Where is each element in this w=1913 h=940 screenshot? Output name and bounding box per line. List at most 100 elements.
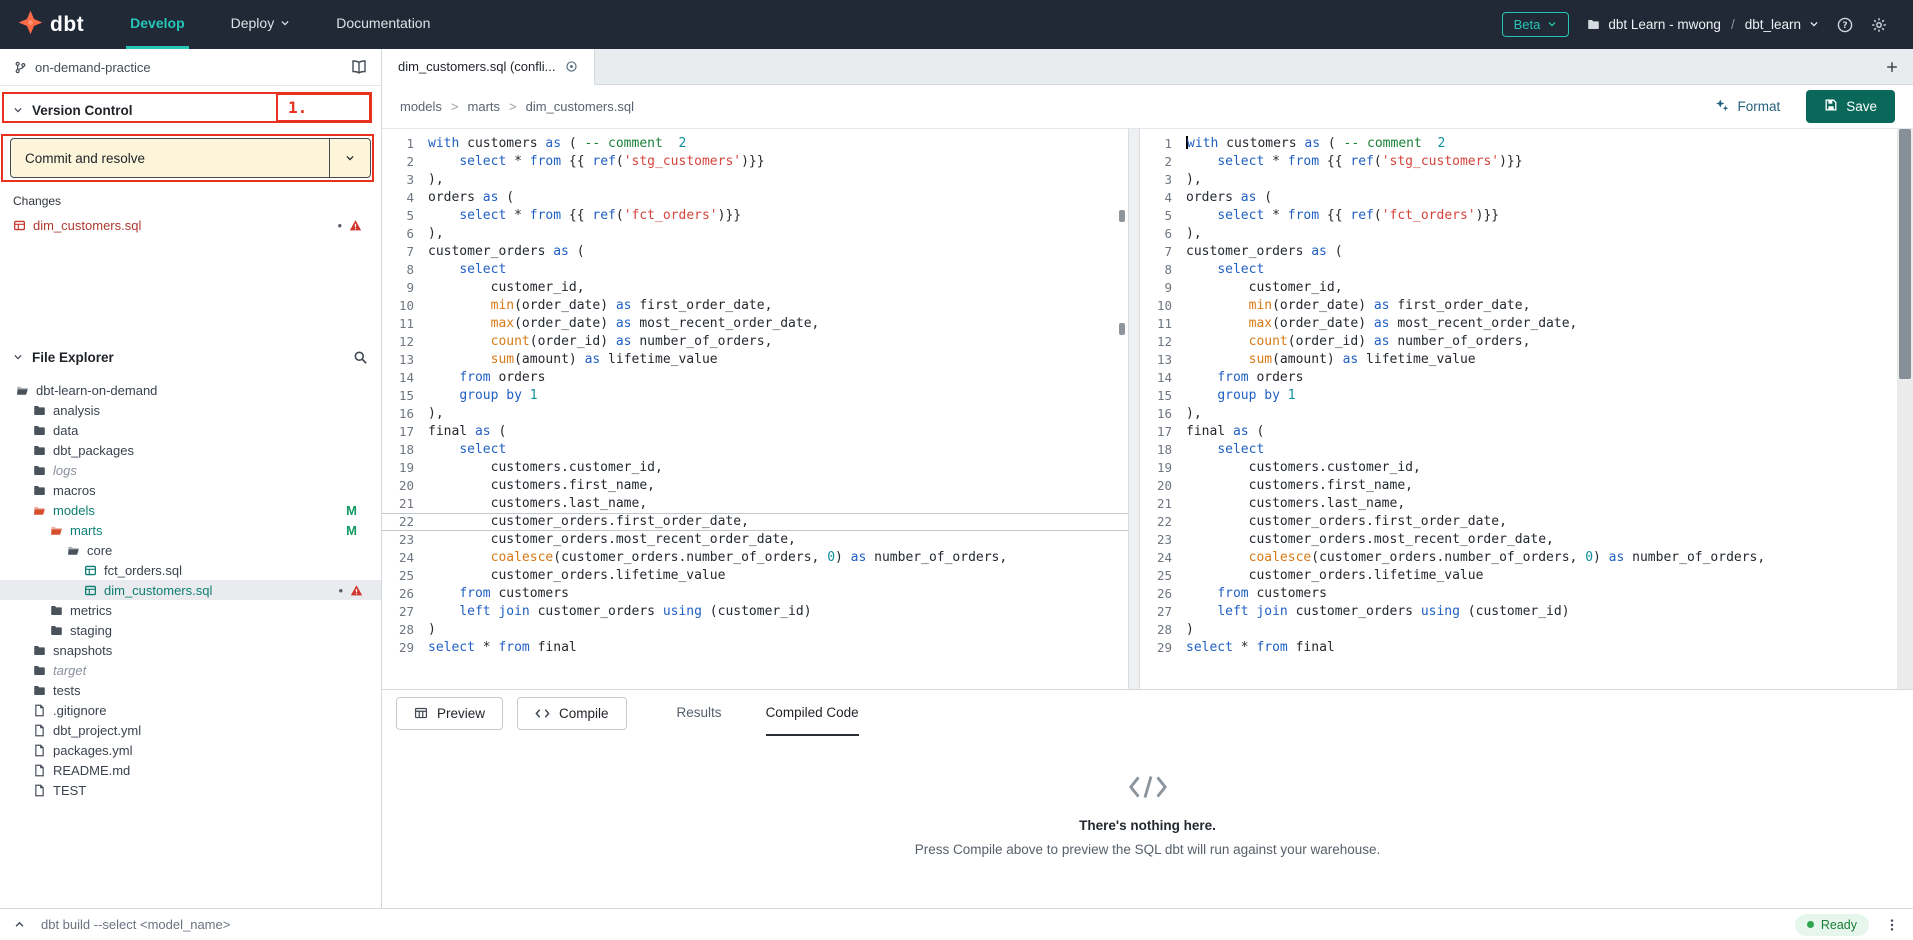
- tree-item-metrics[interactable]: metrics: [0, 600, 381, 620]
- code-line-3[interactable]: 3),: [382, 171, 1128, 189]
- tree-item-readme-md[interactable]: README.md: [0, 760, 381, 780]
- code-line-28[interactable]: 28): [1140, 621, 1897, 639]
- code-line-1[interactable]: 1with customers as ( -- comment 2: [382, 135, 1128, 153]
- code-line-29[interactable]: 29select * from final: [1140, 639, 1897, 657]
- format-button[interactable]: Format: [1715, 98, 1780, 115]
- account-project-selector[interactable]: dbt Learn - mwong / dbt_learn: [1587, 17, 1819, 32]
- code-line-18[interactable]: 18 select: [1140, 441, 1897, 459]
- code-line-12[interactable]: 12 count(order_id) as number_of_orders,: [382, 333, 1128, 351]
- code-line-23[interactable]: 23 customer_orders.most_recent_order_dat…: [1140, 531, 1897, 549]
- code-line-13[interactable]: 13 sum(amount) as lifetime_value: [1140, 351, 1897, 369]
- chevron-down-icon[interactable]: [330, 153, 370, 163]
- code-line-11[interactable]: 11 max(order_date) as most_recent_order_…: [1140, 315, 1897, 333]
- tree-item-test[interactable]: TEST: [0, 780, 381, 800]
- code-line-24[interactable]: 24 coalesce(customer_orders.number_of_or…: [382, 549, 1128, 567]
- code-line-14[interactable]: 14 from orders: [382, 369, 1128, 387]
- tree-item-data[interactable]: data: [0, 420, 381, 440]
- code-line-4[interactable]: 4orders as (: [382, 189, 1128, 207]
- breadcrumb-item-models[interactable]: models: [400, 99, 442, 114]
- code-line-6[interactable]: 6),: [382, 225, 1128, 243]
- code-line-21[interactable]: 21 customers.last_name,: [1140, 495, 1897, 513]
- code-line-5[interactable]: 5 select * from {{ ref('fct_orders')}}: [382, 207, 1128, 225]
- code-line-22[interactable]: 22 customer_orders.first_order_date,: [1140, 513, 1897, 531]
- tab-results[interactable]: Results: [677, 690, 722, 736]
- code-line-15[interactable]: 15 group by 1: [1140, 387, 1897, 405]
- tree-item-staging[interactable]: staging: [0, 620, 381, 640]
- tree-item-marts[interactable]: martsM: [0, 520, 381, 540]
- tree-item-dim-customers-sql[interactable]: dim_customers.sql•: [0, 580, 381, 600]
- change-item-dim-customers-sql[interactable]: dim_customers.sql•: [0, 214, 381, 236]
- tab-compiled-code[interactable]: Compiled Code: [766, 690, 859, 736]
- code-line-20[interactable]: 20 customers.first_name,: [1140, 477, 1897, 495]
- code-line-9[interactable]: 9 customer_id,: [382, 279, 1128, 297]
- tree-item-target[interactable]: target: [0, 660, 381, 680]
- nav-item-documentation[interactable]: Documentation: [332, 0, 434, 49]
- code-line-13[interactable]: 13 sum(amount) as lifetime_value: [382, 351, 1128, 369]
- tree-item-fct-orders-sql[interactable]: fct_orders.sql: [0, 560, 381, 580]
- code-line-26[interactable]: 26 from customers: [1140, 585, 1897, 603]
- code-line-8[interactable]: 8 select: [1140, 261, 1897, 279]
- code-line-17[interactable]: 17final as (: [382, 423, 1128, 441]
- code-line-9[interactable]: 9 customer_id,: [1140, 279, 1897, 297]
- breadcrumb-item-marts[interactable]: marts: [468, 99, 501, 114]
- code-line-23[interactable]: 23 customer_orders.most_recent_order_dat…: [382, 531, 1128, 549]
- editor-pane-left[interactable]: 1with customers as ( -- comment 22 selec…: [382, 129, 1128, 689]
- code-line-26[interactable]: 26 from customers: [382, 585, 1128, 603]
- code-line-27[interactable]: 27 left join customer_orders using (cust…: [1140, 603, 1897, 621]
- code-line-25[interactable]: 25 customer_orders.lifetime_value: [382, 567, 1128, 585]
- pane-divider[interactable]: [1128, 129, 1140, 689]
- code-line-10[interactable]: 10 min(order_date) as first_order_date,: [1140, 297, 1897, 315]
- docs-book-icon[interactable]: [351, 59, 367, 75]
- code-line-18[interactable]: 18 select: [382, 441, 1128, 459]
- code-line-19[interactable]: 19 customers.customer_id,: [1140, 459, 1897, 477]
- code-line-3[interactable]: 3),: [1140, 171, 1897, 189]
- help-icon[interactable]: ?: [1837, 17, 1853, 33]
- tree-item-dbt-project-yml[interactable]: dbt_project.yml: [0, 720, 381, 740]
- dbt-logo[interactable]: dbt: [18, 0, 84, 49]
- code-line-7[interactable]: 7customer_orders as (: [382, 243, 1128, 261]
- tab-dim-customers[interactable]: dim_customers.sql (confli...: [382, 49, 595, 85]
- version-control-section-header[interactable]: Version Control: [0, 96, 381, 124]
- code-line-2[interactable]: 2 select * from {{ ref('stg_customers')}…: [1140, 153, 1897, 171]
- tree-item-snapshots[interactable]: snapshots: [0, 640, 381, 660]
- chevron-up-icon[interactable]: [14, 919, 25, 930]
- code-line-14[interactable]: 14 from orders: [1140, 369, 1897, 387]
- file-explorer-section-header[interactable]: File Explorer: [0, 344, 381, 370]
- tree-item-dbt-learn-on-demand[interactable]: dbt-learn-on-demand: [0, 380, 381, 400]
- tree-item-core[interactable]: core: [0, 540, 381, 560]
- scrollbar-thumb[interactable]: [1899, 129, 1911, 379]
- code-line-7[interactable]: 7customer_orders as (: [1140, 243, 1897, 261]
- compile-button[interactable]: Compile: [517, 697, 627, 730]
- tree-item-analysis[interactable]: analysis: [0, 400, 381, 420]
- code-line-8[interactable]: 8 select: [382, 261, 1128, 279]
- code-line-24[interactable]: 24 coalesce(customer_orders.number_of_or…: [1140, 549, 1897, 567]
- beta-toggle[interactable]: Beta: [1502, 12, 1570, 37]
- editor-pane-right[interactable]: 1with customers as ( -- comment 22 selec…: [1140, 129, 1897, 689]
- tree-item-tests[interactable]: tests: [0, 680, 381, 700]
- code-line-16[interactable]: 16),: [382, 405, 1128, 423]
- code-line-25[interactable]: 25 customer_orders.lifetime_value: [1140, 567, 1897, 585]
- commit-and-resolve-button[interactable]: Commit and resolve: [10, 138, 371, 178]
- preview-button[interactable]: Preview: [396, 697, 503, 730]
- code-line-4[interactable]: 4orders as (: [1140, 189, 1897, 207]
- code-line-15[interactable]: 15 group by 1: [382, 387, 1128, 405]
- code-line-6[interactable]: 6),: [1140, 225, 1897, 243]
- code-line-29[interactable]: 29select * from final: [382, 639, 1128, 657]
- breadcrumb-item-dim-customers-sql[interactable]: dim_customers.sql: [526, 99, 634, 114]
- tree-item-packages-yml[interactable]: packages.yml: [0, 740, 381, 760]
- nav-item-deploy[interactable]: Deploy: [227, 0, 295, 49]
- tree-item-logs[interactable]: logs: [0, 460, 381, 480]
- tree-item-models[interactable]: modelsM: [0, 500, 381, 520]
- code-line-28[interactable]: 28): [382, 621, 1128, 639]
- branch-row[interactable]: on-demand-practice: [0, 49, 381, 86]
- editor-scrollbar[interactable]: [1897, 129, 1913, 689]
- code-line-16[interactable]: 16),: [1140, 405, 1897, 423]
- code-line-22[interactable]: 22 customer_orders.first_order_date,: [382, 513, 1128, 531]
- tree-item-macros[interactable]: macros: [0, 480, 381, 500]
- code-line-19[interactable]: 19 customers.customer_id,: [382, 459, 1128, 477]
- code-line-1[interactable]: 1with customers as ( -- comment 2: [1140, 135, 1897, 153]
- code-line-20[interactable]: 20 customers.first_name,: [382, 477, 1128, 495]
- code-line-21[interactable]: 21 customers.last_name,: [382, 495, 1128, 513]
- code-line-11[interactable]: 11 max(order_date) as most_recent_order_…: [382, 315, 1128, 333]
- new-tab-button[interactable]: [1885, 49, 1899, 84]
